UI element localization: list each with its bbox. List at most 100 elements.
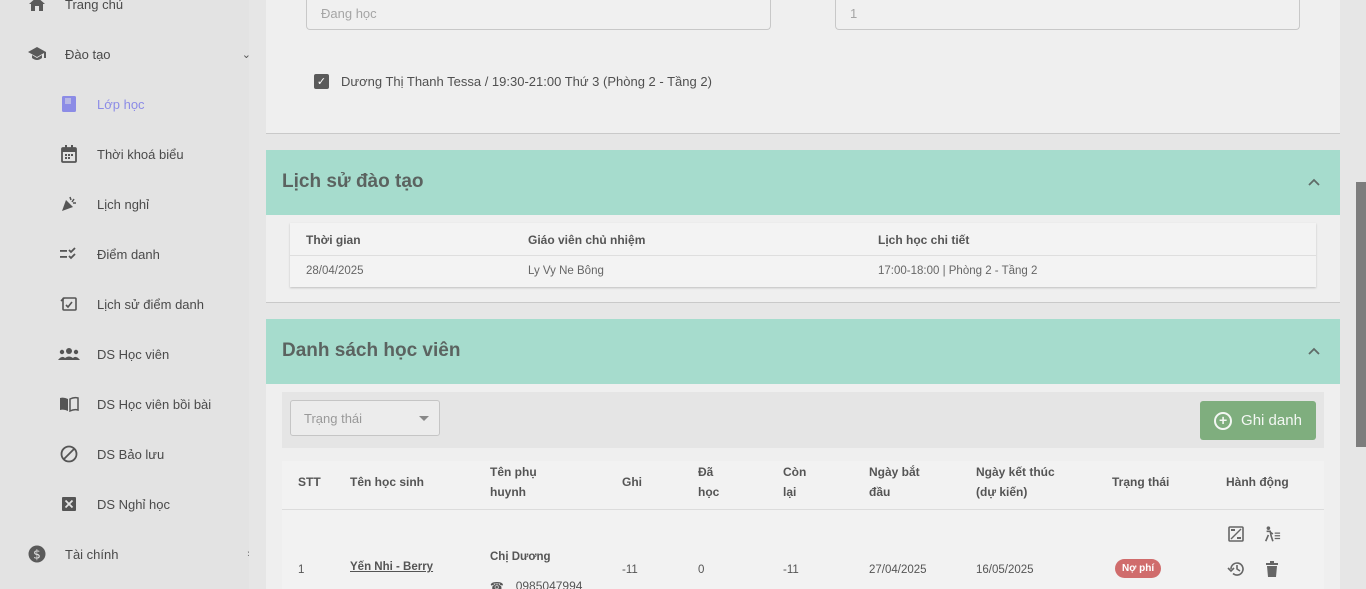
sidebar-item-makeup-students[interactable]: DS Học viên bồi bài [58, 390, 211, 418]
sidebar-item-timetable[interactable]: Thời khoá biểu [58, 140, 184, 168]
history-card: Thời gian Giáo viên chủ nhiệm Lịch học c… [266, 215, 1340, 303]
student-name-link[interactable]: Yến Nhi - Berry [350, 561, 433, 573]
sidebar-item-attendance[interactable]: Điểm danh [58, 240, 160, 268]
dropdown-arrow-icon [419, 416, 429, 421]
sidebar-item-label: DS Học viên [97, 346, 170, 362]
students-section-header[interactable]: Danh sách học viên [266, 319, 1340, 384]
party-icon [58, 193, 80, 215]
cell-done: 0 [698, 564, 705, 576]
sidebar: Trang chủ Đào tạo ⌄ Lớp học Thời khoá bi… [0, 0, 251, 589]
col-stt: STT [298, 475, 321, 489]
col-end: Ngày kết thúc (dự kiến) [976, 462, 1055, 502]
nav-finance[interactable]: $ Tài chính › [26, 540, 251, 568]
history-cell-teacher: Ly Vy Ne Bông [528, 265, 604, 277]
enroll-button[interactable]: + Ghi danh [1200, 401, 1316, 440]
sidebar-item-label: Điểm danh [97, 246, 160, 262]
status-filter-select[interactable]: Trạng thái [290, 400, 440, 436]
delete-icon[interactable] [1263, 560, 1281, 578]
sidebar-item-label: Lịch sử điểm danh [97, 296, 204, 312]
checklist-icon [58, 243, 80, 265]
block-icon [58, 443, 80, 465]
col-parent-line2: huynh [490, 485, 526, 499]
sidebar-item-label: DS Học viên bồi bài [97, 396, 212, 412]
calendar-icon [58, 143, 80, 165]
history-section-title: Lịch sử đào tạo [282, 171, 424, 192]
sidebar-item-label: DS Bảo lưu [97, 446, 165, 462]
chevron-up-icon[interactable] [1308, 343, 1320, 358]
parent-phone-value: 0985047994 [515, 579, 583, 589]
col-done-line2: học [698, 485, 720, 499]
status-filter-placeholder: Trạng thái [304, 411, 363, 426]
status-field[interactable]: Đang học [306, 0, 771, 30]
sidebar-item-students[interactable]: DS Học viên [58, 340, 169, 368]
sidebar-item-label: Thời khoá biểu [97, 146, 184, 162]
students-table: STT Tên học sinh Tên phụ huynh Ghi Đã họ… [282, 461, 1324, 589]
history-section-header[interactable]: Lịch sử đào tạo [266, 150, 1340, 215]
number-field[interactable]: 1 [835, 0, 1300, 30]
col-left-line2: lại [783, 485, 797, 499]
nav-training[interactable]: Đào tạo ⌄ [26, 40, 251, 68]
history-col-schedule: Lịch học chi tiết [878, 233, 970, 247]
phone-icon: ☎ [490, 580, 504, 589]
col-end-line1: Ngày kết thúc [976, 465, 1055, 479]
history-cell-schedule: 17:00-18:00 | Phòng 2 - Tầng 2 [878, 265, 1038, 277]
students-section-title: Danh sách học viên [282, 340, 461, 361]
col-parent: Tên phụ huynh [490, 462, 537, 502]
nav-home[interactable]: Trang chủ [26, 0, 123, 18]
col-actions: Hành động [1226, 475, 1289, 489]
sidebar-item-reserved[interactable]: DS Bảo lưu [58, 440, 164, 468]
col-start-line1: Ngày bắt [869, 465, 920, 479]
history-col-teacher: Giáo viên chủ nhiệm [528, 233, 646, 247]
schedule-option[interactable]: ✓ Dương Thị Thanh Tessa / 19:30-21:00 Th… [314, 74, 712, 89]
parent-name: Chị Dương [490, 551, 551, 563]
table-row: 28/04/2025 Ly Vy Ne Bông 17:00-18:00 | P… [290, 256, 1316, 287]
status-field-value: Đang học [321, 6, 377, 21]
schedule-option-label: Dương Thị Thanh Tessa / 19:30-21:00 Thứ … [341, 74, 712, 89]
sidebar-item-attendance-history[interactable]: Lịch sử điểm danh [58, 290, 204, 318]
group-icon [58, 343, 80, 365]
history-col-time: Thời gian [306, 233, 361, 247]
sidebar-item-dropouts[interactable]: DS Nghỉ học [58, 490, 170, 518]
history-cell-time: 28/04/2025 [306, 265, 364, 277]
history-checklist-icon [58, 293, 80, 315]
col-parent-line1: Tên phụ [490, 465, 537, 479]
history-table: Thời gian Giáo viên chủ nhiệm Lịch học c… [290, 223, 1316, 287]
content-gutter [249, 0, 266, 589]
history-table-header: Thời gian Giáo viên chủ nhiệm Lịch học c… [290, 223, 1316, 256]
sidebar-item-label: DS Nghỉ học [97, 496, 170, 512]
sidebar-item-label: Lịch nghỉ [97, 196, 150, 212]
sidebar-item-label: Lớp học [97, 96, 145, 112]
svg-text:$: $ [33, 548, 41, 562]
sidebar-item-holidays[interactable]: Lịch nghỉ [58, 190, 149, 218]
col-left: Còn lại [783, 462, 806, 502]
cell-start: 27/04/2025 [869, 564, 927, 576]
nav-finance-label: Tài chính [65, 546, 119, 562]
cell-end: 16/05/2025 [976, 564, 1034, 576]
transfer-student-icon[interactable] [1263, 525, 1281, 543]
cancel-box-icon [58, 493, 80, 515]
parent-phone: ☎ 0985047994 [490, 579, 582, 589]
home-icon [26, 0, 48, 15]
dollar-icon: $ [26, 543, 48, 565]
scrollbar-thumb[interactable] [1356, 182, 1366, 447]
sidebar-item-classes[interactable]: Lớp học [58, 90, 145, 118]
col-left-line1: Còn [783, 465, 807, 479]
col-start-line2: đầu [869, 485, 891, 499]
checkbox-checked-icon[interactable]: ✓ [314, 74, 329, 89]
students-table-header: STT Tên học sinh Tên phụ huynh Ghi Đã họ… [282, 461, 1324, 510]
chevron-up-icon[interactable] [1308, 174, 1320, 189]
add-circle-icon: + [1214, 411, 1233, 430]
status-badge: Nợ phí [1115, 559, 1162, 578]
students-toolbar: Trạng thái + Ghi danh [282, 392, 1324, 448]
col-note: Ghi [622, 475, 642, 489]
graduation-cap-icon [26, 43, 48, 65]
col-status: Trạng thái [1112, 475, 1170, 489]
book-icon [58, 93, 80, 115]
col-name: Tên học sinh [350, 475, 425, 489]
edit-image-icon[interactable] [1227, 525, 1245, 543]
col-end-line2: (dự kiến) [976, 485, 1028, 499]
enroll-button-label: Ghi danh [1241, 412, 1302, 429]
col-done-line1: Đã [698, 465, 714, 479]
students-card: Trạng thái + Ghi danh STT Tên học sinh T… [266, 384, 1340, 589]
history-icon[interactable] [1227, 560, 1245, 578]
